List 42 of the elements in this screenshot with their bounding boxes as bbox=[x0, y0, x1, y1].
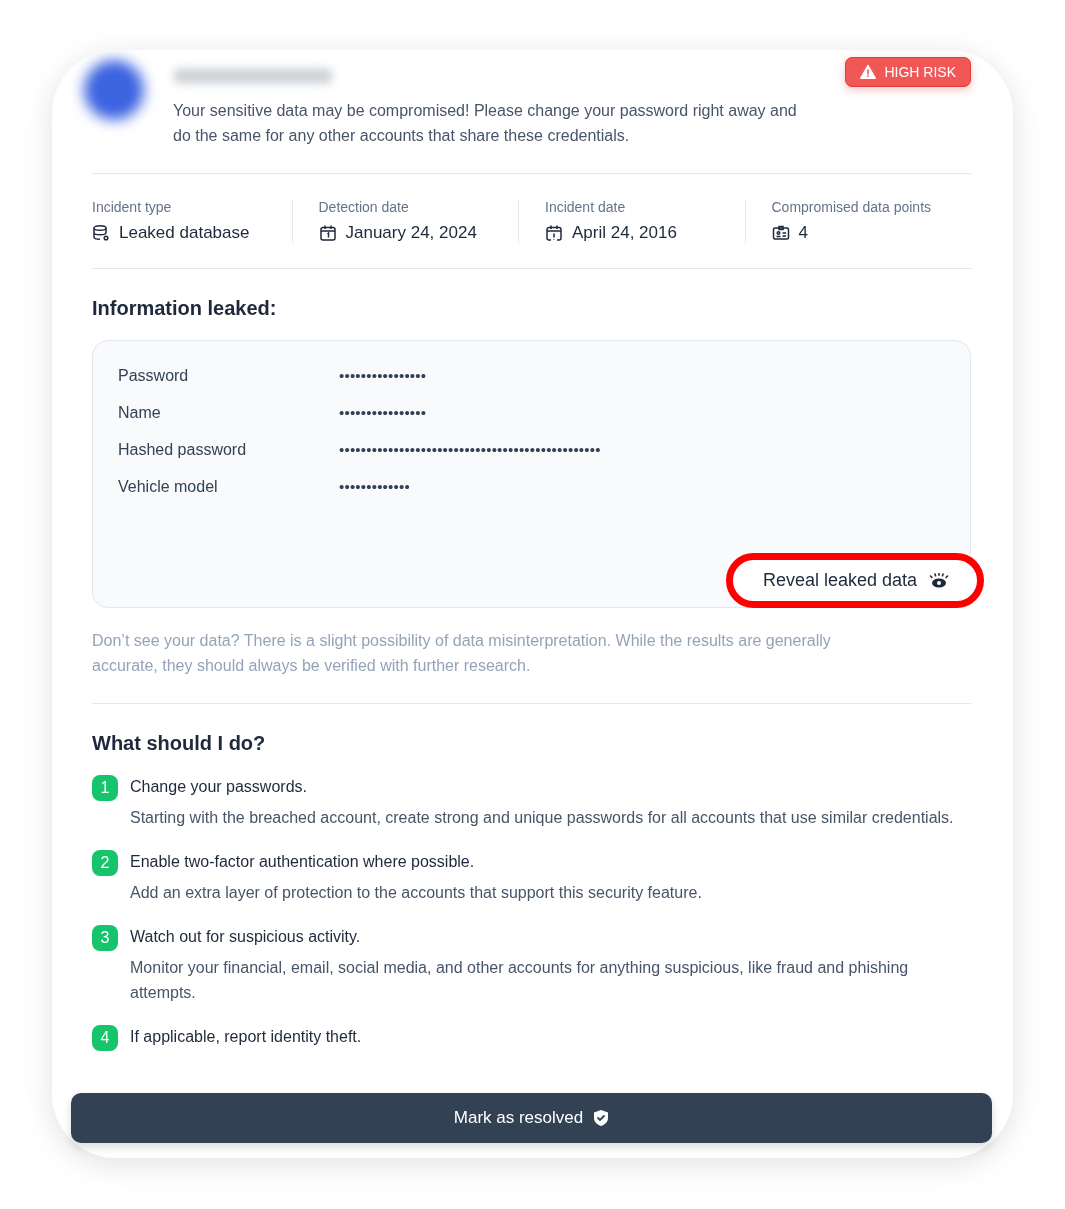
step-number: 2 bbox=[92, 850, 118, 876]
step-description: Starting with the breached account, create strong and unique passwords for all accounts that use similar credentials. bbox=[130, 808, 954, 828]
masked-value: •••••••••••••••• bbox=[339, 404, 428, 422]
field-label: Password bbox=[118, 367, 190, 385]
step-title: Change your passwords. bbox=[130, 777, 308, 797]
detail-value: Leaked database bbox=[119, 223, 250, 243]
section-heading: Information leaked: bbox=[92, 297, 278, 320]
masked-value: •••••••••••••••• bbox=[339, 367, 428, 385]
field-label: Vehicle model bbox=[118, 478, 219, 496]
calendar-icon bbox=[545, 224, 563, 242]
database-icon bbox=[92, 224, 110, 242]
detail-label: Compromised data points bbox=[771, 199, 933, 215]
step-number: 1 bbox=[92, 775, 118, 801]
warning-message: Your sensitive data may be compromised! Please change your password right away and do the same for any other accounts that share these credentials. bbox=[173, 101, 798, 146]
masked-value: •••••••••••••••••••••••••••••••••••••••••••••••• bbox=[339, 441, 602, 459]
detail-value: 4 bbox=[798, 223, 808, 243]
avatar bbox=[84, 60, 144, 120]
risk-badge: HIGH RISK bbox=[845, 57, 971, 87]
section-heading: What should I do? bbox=[92, 732, 267, 755]
detail-label: Incident date bbox=[545, 199, 627, 215]
detail-value: April 24, 2016 bbox=[572, 223, 677, 243]
field-label: Hashed password bbox=[118, 441, 248, 459]
detail-label: Incident type bbox=[92, 199, 173, 215]
warning-icon bbox=[860, 64, 877, 80]
calendar-icon bbox=[318, 224, 337, 242]
detail-label: Detection date bbox=[318, 199, 410, 215]
step-title: If applicable, report identity theft. bbox=[130, 1027, 362, 1047]
step-number: 4 bbox=[92, 1025, 118, 1051]
masked-value: ••••••••••••• bbox=[339, 478, 411, 496]
field-label: Name bbox=[118, 404, 162, 422]
disclaimer-text: Don’t see your data? There is a slight possibility of data misinterpretation. While the results are generally accurate, they should always be verified with further research. bbox=[92, 631, 832, 676]
eye-icon bbox=[929, 572, 949, 589]
id-card-icon bbox=[771, 224, 790, 242]
step-title: Watch out for suspicious activity. bbox=[130, 927, 362, 947]
step-number: 3 bbox=[92, 925, 118, 951]
reveal-button[interactable]: Reveal leaked data bbox=[725, 553, 984, 608]
mark-resolved-button[interactable]: Mark as resolved bbox=[71, 1093, 992, 1143]
detail-value: January 24, 2024 bbox=[345, 223, 477, 243]
step-title: Enable two-factor authentication where possible. bbox=[130, 852, 476, 872]
shield-check-icon bbox=[593, 1109, 610, 1127]
step-description: Monitor your financial, email, social media, and other accounts for anything suspicious, like fraud and phishing attempts. bbox=[130, 958, 910, 1003]
step-description: Add an extra layer of protection to the accounts that support this security feature. bbox=[130, 883, 702, 903]
